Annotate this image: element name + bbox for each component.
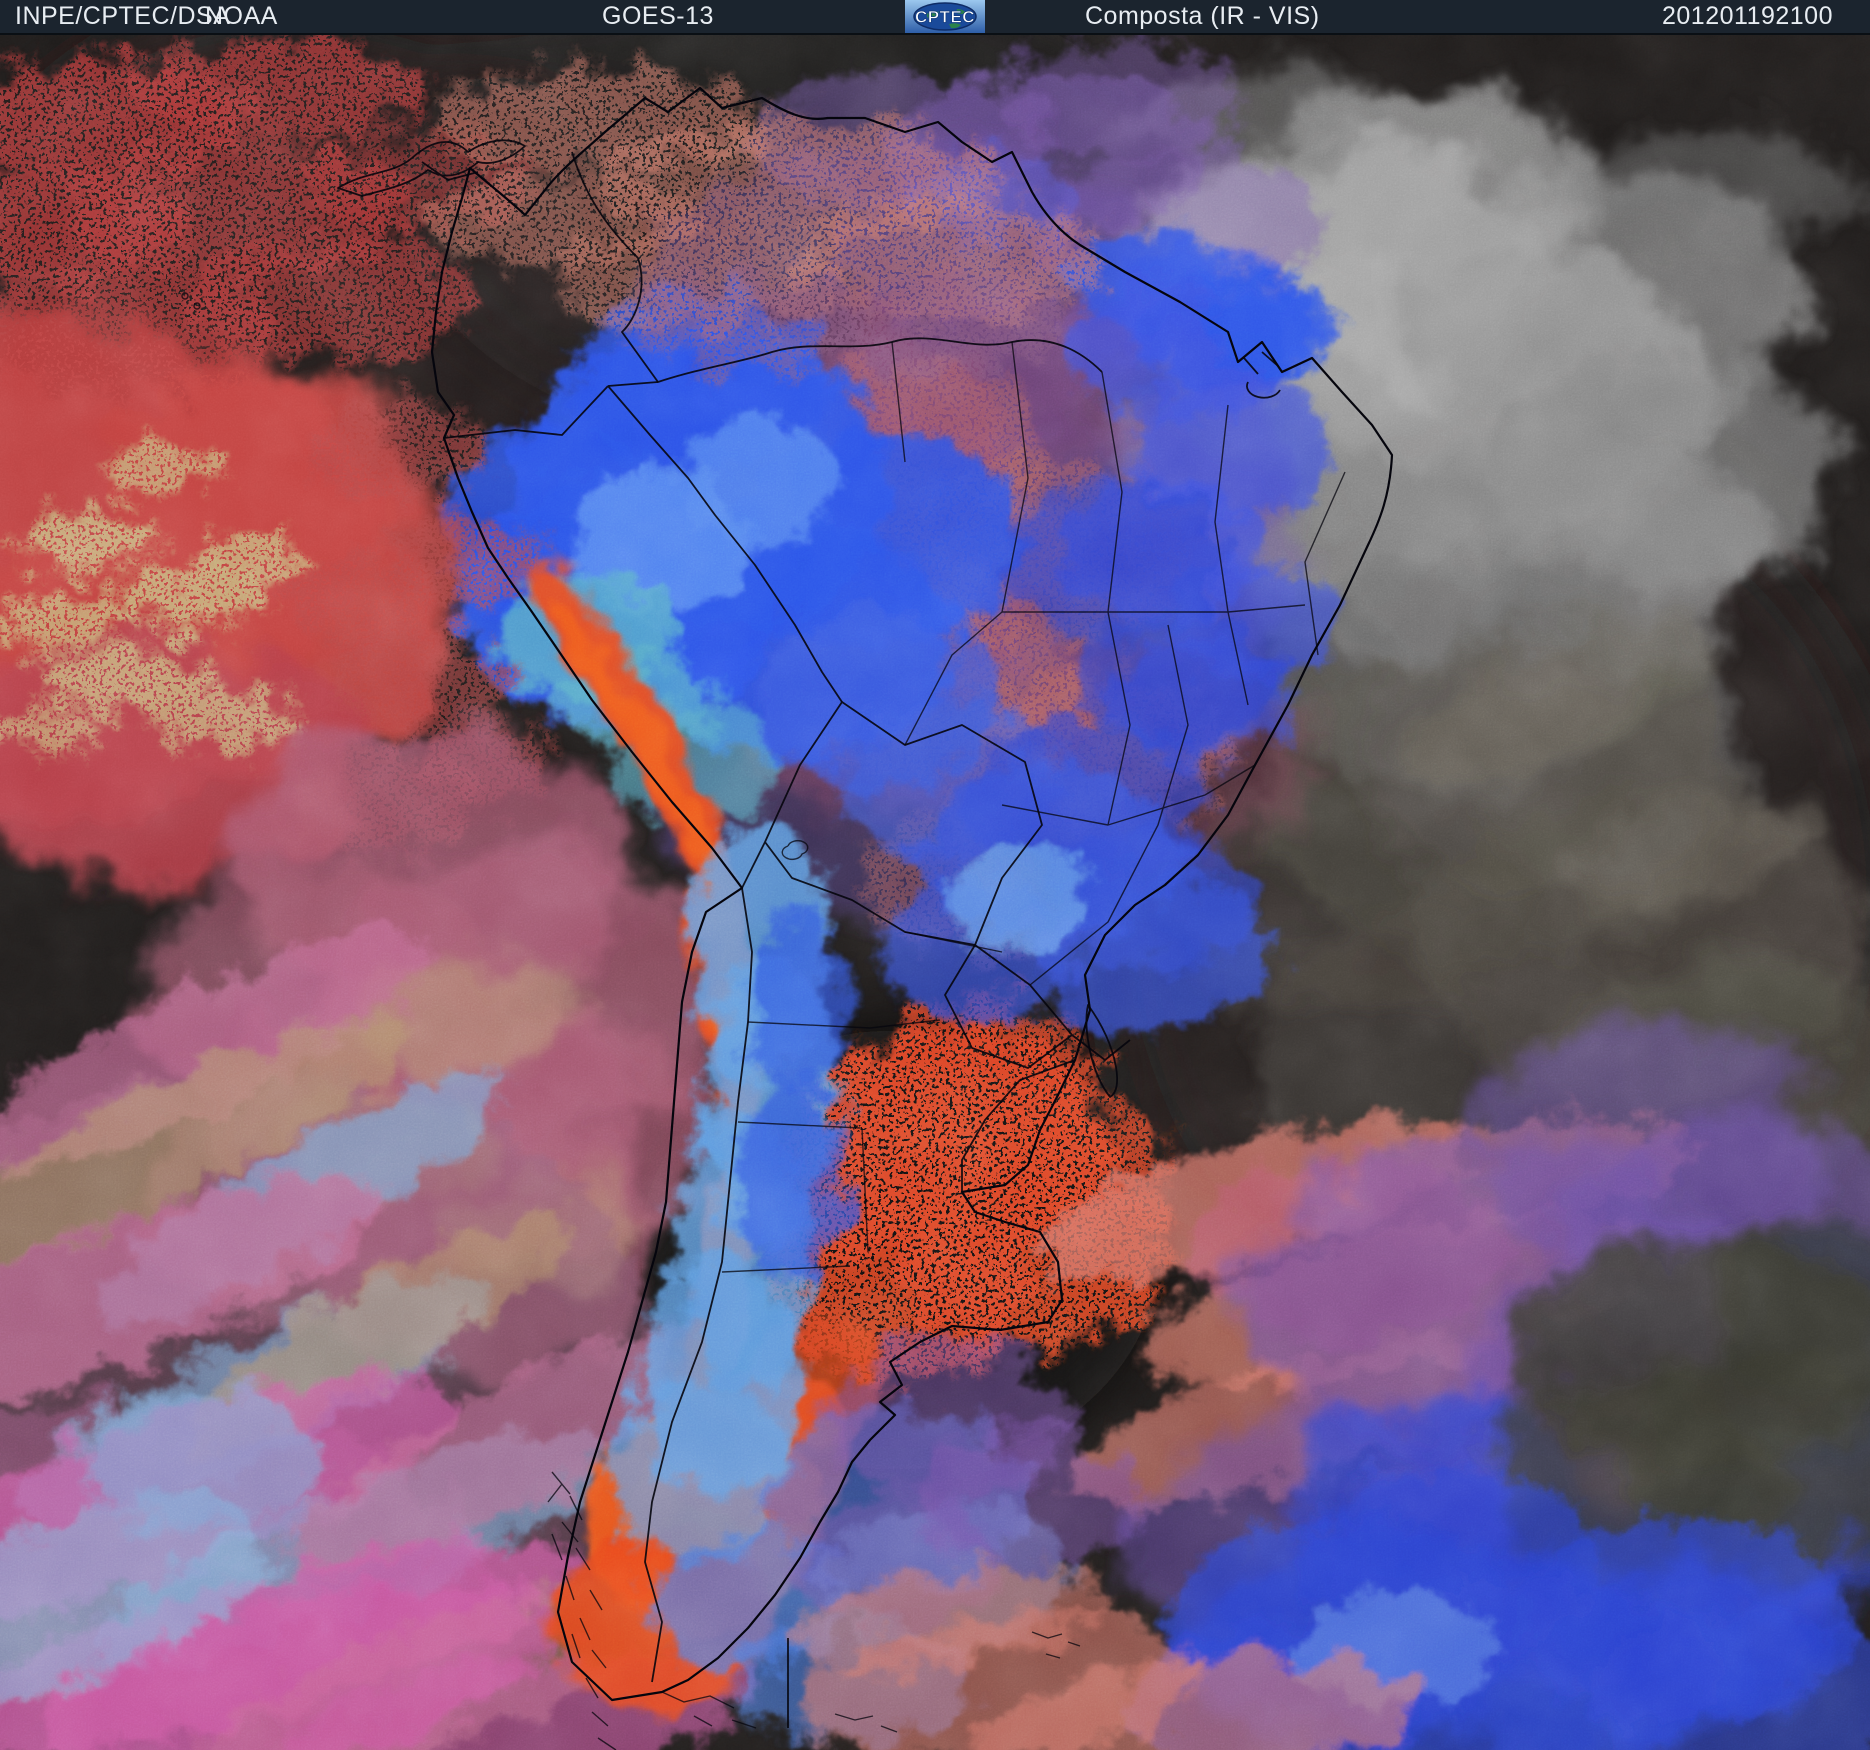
agency-label: INPE/CPTEC/DSA	[15, 2, 231, 30]
satellite-label: GOES-13	[602, 2, 714, 30]
header-bar: INPE/CPTEC/DSA NOAA GOES-13 CPTEC Compos…	[0, 0, 1870, 35]
logo-text: CPTEC	[915, 8, 975, 27]
product-label: Composta (IR - VIS)	[1085, 2, 1320, 30]
cptec-logo: CPTEC	[905, 0, 985, 33]
satellite-image-viewer: INPE/CPTEC/DSA NOAA GOES-13 CPTEC Compos…	[0, 0, 1870, 1750]
noaa-label: NOAA	[205, 2, 278, 30]
satellite-map	[0, 0, 1870, 1750]
pixel-grain-texture	[0, 0, 1870, 1750]
timestamp-label: 201201192100	[1662, 2, 1833, 30]
